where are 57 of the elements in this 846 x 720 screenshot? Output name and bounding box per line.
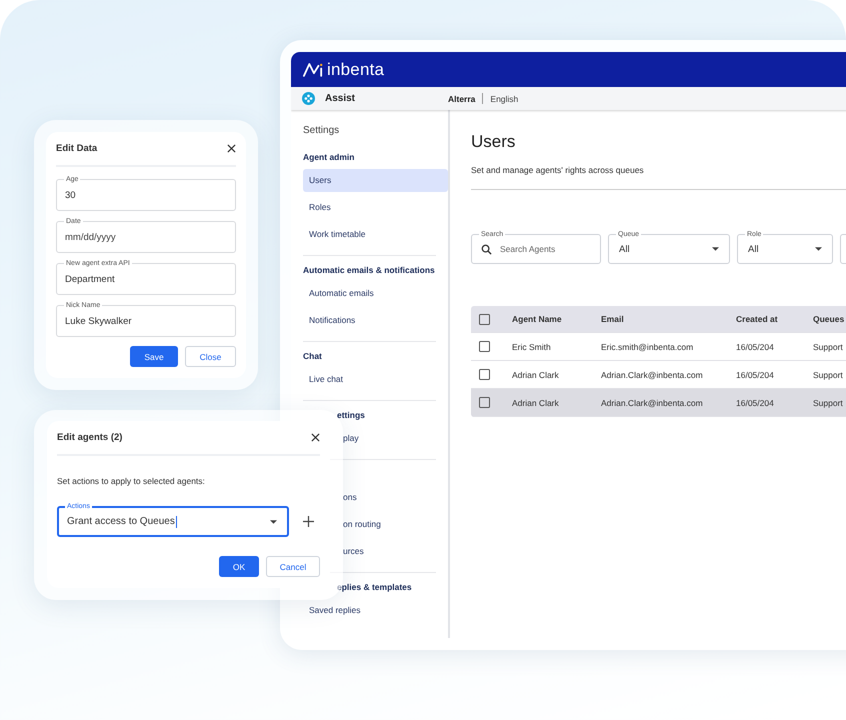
- sidebar-item[interactable]: Users: [303, 169, 448, 192]
- table-cell-text: Eric.smith@inbenta.com: [601, 342, 694, 352]
- section-heading: Agent admin: [303, 152, 356, 164]
- product-name: Assist: [325, 93, 356, 104]
- add-icon[interactable]: [303, 516, 314, 527]
- caret-icon: [815, 247, 822, 251]
- dialog-title: Edit Data: [56, 143, 98, 154]
- column-header: Created at: [736, 314, 779, 324]
- assist-icon: [302, 92, 315, 105]
- table-cell-text: Eric Smith: [512, 342, 552, 352]
- row-checkbox[interactable]: [479, 397, 490, 408]
- table-cell-text: Adrian Clark: [512, 398, 560, 408]
- dialog-title: Edit agents (2): [57, 432, 122, 443]
- secondary-button[interactable]: Close: [185, 346, 236, 367]
- table-row[interactable]: Adrian Clark Adrian.Clark@inbenta.com 16/05/204 Support: [471, 389, 846, 417]
- table-cell-text: 16/05/204: [736, 370, 775, 380]
- table-cell-text: Adrian Clark: [512, 370, 560, 380]
- logo-text: inbenta: [327, 60, 384, 80]
- sidebar-item[interactable]: Live chat: [303, 368, 448, 391]
- table-cell-text: Support: [813, 398, 844, 408]
- caret-icon: [712, 247, 719, 251]
- table-cell-text: Support: [813, 370, 844, 380]
- sidebar-title: Settings: [303, 125, 340, 138]
- page-subtitle: Set and manage agents' rights across queues: [471, 165, 645, 175]
- sidebar-item[interactable]: Roles: [303, 196, 448, 219]
- table-cell-text: Support: [813, 342, 844, 352]
- sidebar-item[interactable]: Work timetable: [303, 223, 448, 246]
- search-icon: [481, 244, 492, 254]
- row-checkbox[interactable]: [479, 369, 490, 380]
- section-heading: Chat: [303, 351, 323, 363]
- table-cell-text: 16/05/204: [736, 398, 775, 408]
- table-cell-text: Adrian.Clark@inbenta.com: [601, 398, 704, 408]
- column-header: Agent Name: [512, 314, 563, 324]
- sidebar-item[interactable]: Automatic emails: [303, 282, 448, 305]
- column-header: Email: [601, 314, 625, 324]
- select-all-checkbox[interactable]: [479, 314, 490, 324]
- row-checkbox[interactable]: [479, 341, 490, 352]
- sidebar-item[interactable]: Notifications: [303, 309, 448, 332]
- caret-icon: [270, 520, 277, 524]
- secondary-button[interactable]: Cancel: [266, 556, 320, 577]
- primary-button[interactable]: OK: [219, 556, 259, 577]
- page-title: Users: [471, 132, 516, 152]
- section-heading: Automatic emails & notifications: [303, 265, 436, 277]
- table-cell-text: Adrian.Clark@inbenta.com: [601, 370, 704, 380]
- account-name[interactable]: Alterra: [448, 94, 476, 104]
- close-icon[interactable]: [227, 144, 236, 153]
- logo-mark-icon: [303, 62, 323, 77]
- table-cell-text: 16/05/204: [736, 342, 775, 352]
- section-heading: ettings: [336, 410, 366, 422]
- table-row[interactable]: Eric Smith Eric.smith@inbenta.com 16/05/204 Support: [471, 333, 846, 361]
- close-icon[interactable]: [311, 433, 320, 442]
- dialog-text: Set actions to apply to selected agents:: [57, 476, 206, 486]
- column-header: Queues: [813, 314, 846, 324]
- sidebar-item[interactable]: Saved replies: [303, 599, 448, 622]
- primary-button[interactable]: Save: [130, 346, 178, 367]
- section-heading: eplies & templates: [336, 582, 413, 594]
- language-selector[interactable]: English: [490, 94, 518, 104]
